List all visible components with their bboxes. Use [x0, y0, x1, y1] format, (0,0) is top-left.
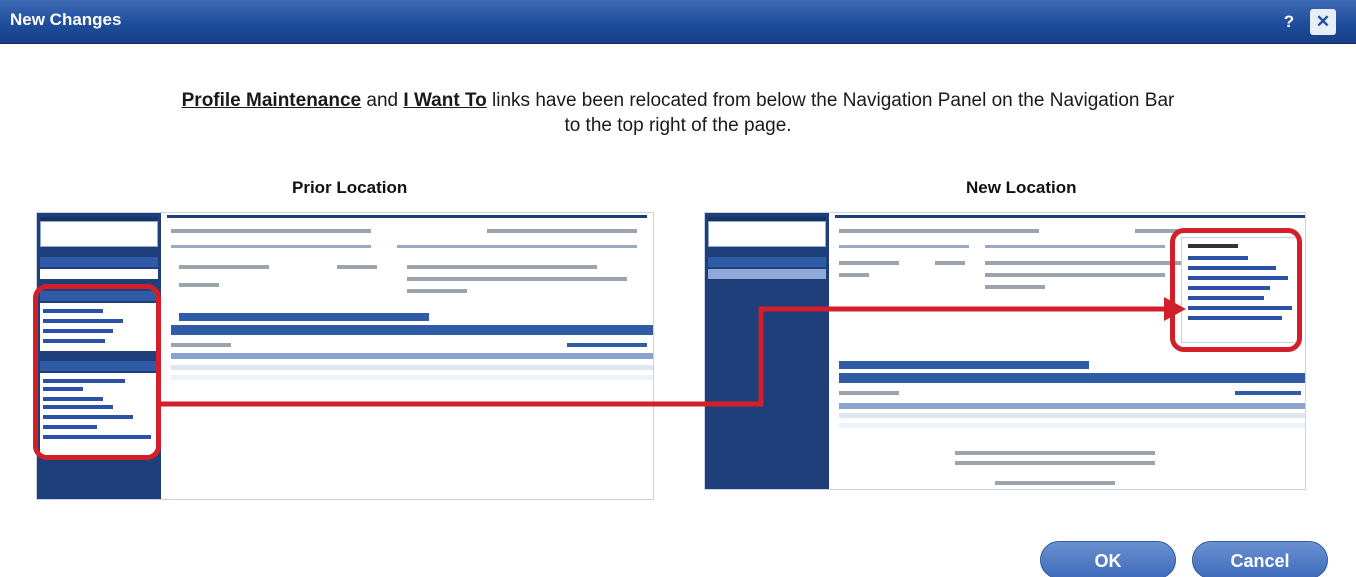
close-button[interactable]: ✕: [1310, 9, 1336, 35]
change-description: Profile Maintenance and I Want To links …: [0, 88, 1356, 138]
prior-location-label: Prior Location: [292, 178, 408, 197]
new-location-label: New Location: [966, 178, 1077, 197]
description-text-2: links have been relocated from below the…: [486, 90, 1175, 111]
description-line-1: Profile Maintenance and I Want To links …: [0, 88, 1356, 113]
cancel-button[interactable]: Cancel: [1192, 541, 1328, 577]
new-location-highlight: [1170, 228, 1302, 352]
prior-location-highlight: [33, 284, 161, 460]
dialog-title: New Changes: [10, 10, 122, 29]
description-line-2: to the top right of the page.: [564, 115, 792, 136]
new-sidebar: [705, 213, 829, 489]
dialog-titlebar: New Changes ? ✕: [0, 0, 1356, 44]
description-text-1: and: [361, 90, 404, 111]
ok-button[interactable]: OK: [1040, 541, 1176, 577]
i-want-to-text: I Want To: [403, 90, 487, 111]
help-button[interactable]: ?: [1276, 9, 1302, 35]
profile-maintenance-text: Profile Maintenance: [181, 90, 362, 111]
